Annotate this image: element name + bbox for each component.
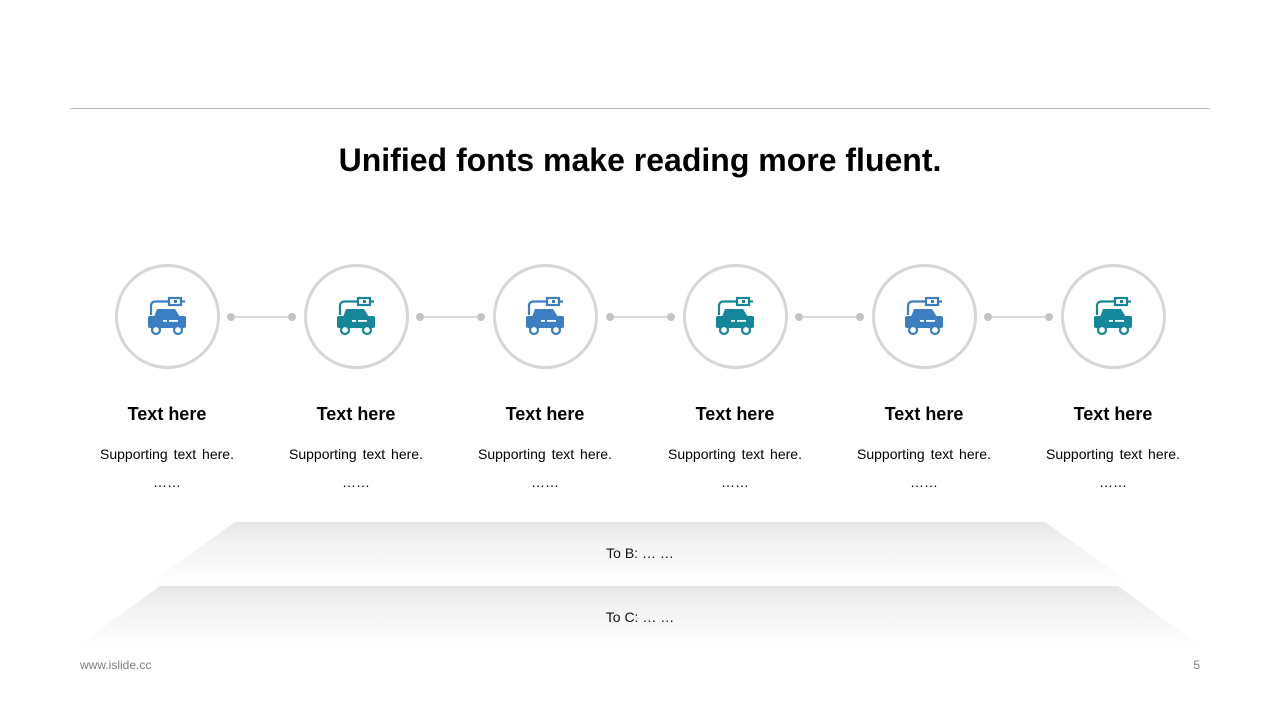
- band-label: To B: … …: [606, 545, 674, 561]
- electric-car-icon: [145, 295, 189, 339]
- step-circle: [492, 264, 598, 369]
- footer-url[interactable]: www.islide.cc: [80, 658, 151, 672]
- step-more: ……: [1099, 474, 1127, 490]
- step-5: Text here Supporting text here. ……: [829, 264, 1019, 496]
- top-divider: [70, 108, 1210, 109]
- step-desc: Supporting text here.: [289, 446, 423, 462]
- step-circle: [871, 264, 977, 369]
- step-4: Text here Supporting text here. ……: [640, 264, 830, 496]
- step-circle: [303, 264, 409, 369]
- step-circle: [114, 264, 220, 369]
- step-more: ……: [153, 474, 181, 490]
- step-desc: Supporting text here.: [1046, 446, 1180, 462]
- step-2: Text here Supporting text here. ……: [261, 264, 451, 496]
- step-desc: Supporting text here.: [478, 446, 612, 462]
- electric-car-icon: [523, 295, 567, 339]
- band-to-c: To C: … …: [0, 586, 1280, 649]
- slide-title: Unified fonts make reading more fluent.: [338, 142, 942, 178]
- step-more: ……: [342, 474, 370, 490]
- electric-car-icon: [902, 295, 946, 339]
- step-title: Text here: [505, 404, 585, 424]
- electric-car-icon: [1091, 295, 1135, 339]
- step-1: Text here Supporting text here. ……: [72, 264, 262, 496]
- step-circle: [1060, 264, 1166, 369]
- step-3: Text here Supporting text here. ……: [450, 264, 640, 496]
- step-title: Text here: [127, 404, 207, 424]
- step-desc: Supporting text here.: [100, 446, 234, 462]
- electric-car-icon: [334, 295, 378, 339]
- step-title: Text here: [1073, 404, 1153, 424]
- step-circle: [682, 264, 788, 369]
- step-6: Text here Supporting text here. ……: [1018, 264, 1208, 496]
- step-title: Text here: [316, 404, 396, 424]
- step-more: ……: [721, 474, 749, 490]
- step-more: ……: [910, 474, 938, 490]
- page-number: 5: [1193, 658, 1200, 672]
- step-more: ……: [531, 474, 559, 490]
- step-desc: Supporting text here.: [857, 446, 991, 462]
- band-to-b: To B: … …: [0, 522, 1280, 585]
- band-label: To C: … …: [605, 609, 675, 625]
- step-desc: Supporting text here.: [668, 446, 802, 462]
- electric-car-icon: [713, 295, 757, 339]
- step-title: Text here: [884, 404, 964, 424]
- step-title: Text here: [695, 404, 775, 424]
